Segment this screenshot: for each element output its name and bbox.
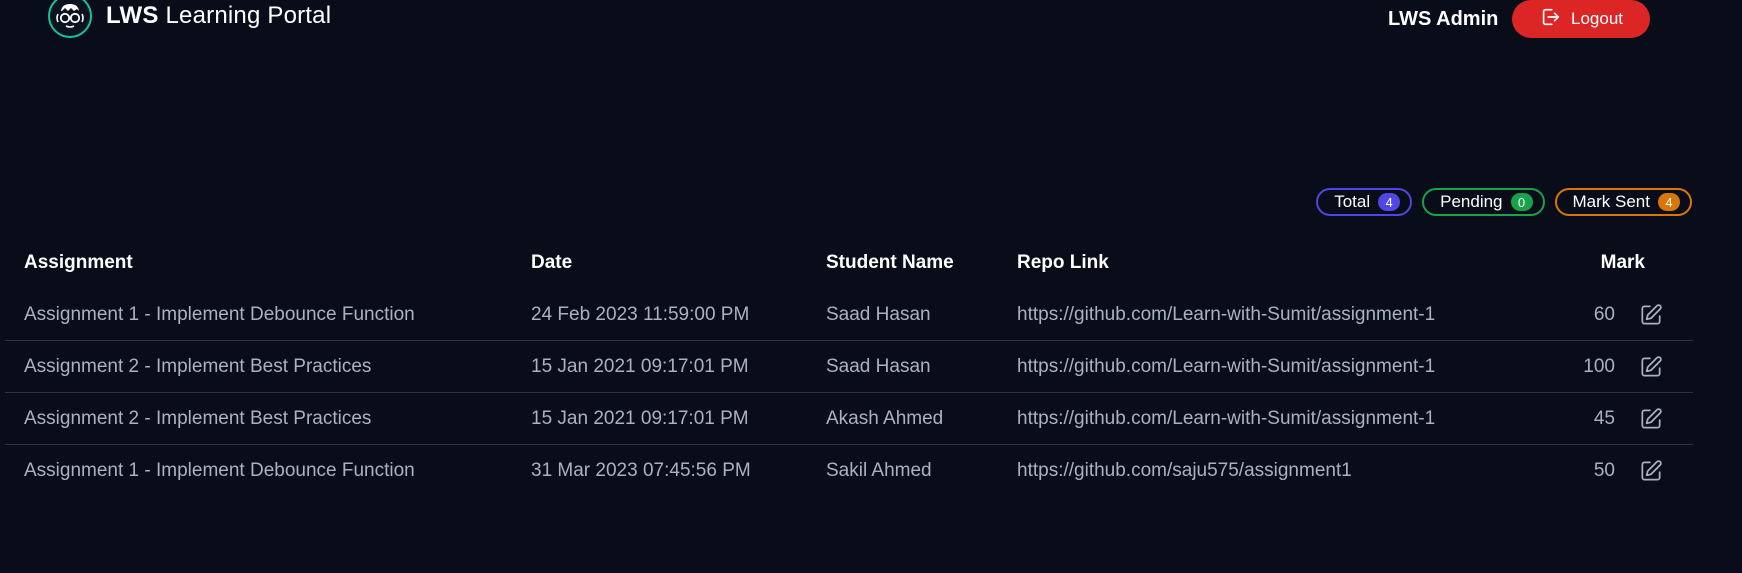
cell-date: 15 Jan 2021 09:17:01 PM [531,392,826,445]
cell-mark: 100 [1517,340,1693,393]
cell-mark: 60 [1517,289,1693,341]
edit-mark-icon[interactable] [1637,405,1665,433]
admin-name: LWS Admin [1388,8,1499,30]
cell-student-name: Saad Hasan [826,289,1017,341]
logout-icon [1539,6,1561,33]
brand-title-bold: LWS [106,2,159,29]
stat-total-label: Total [1334,192,1371,211]
column-header-mark: Mark [1600,252,1645,273]
table-row: Assignment 2 - Implement Best Practices … [5,392,1693,445]
edit-mark-icon[interactable] [1637,457,1665,485]
stat-marksent-pill: Mark Sent 4 [1554,188,1692,216]
mark-value: 100 [1583,355,1615,377]
cell-assignment: Assignment 2 - Implement Best Practices [5,340,531,393]
assignment-stats: Total 4 Pending 0 Mark Sent 4 [1316,188,1692,216]
cell-assignment: Assignment 2 - Implement Best Practices [5,392,531,445]
cell-repo-link[interactable]: https://github.com/Learn-with-Sumit/assi… [1017,340,1517,393]
cell-date: 24 Feb 2023 11:59:00 PM [531,289,826,341]
stat-total-count: 4 [1378,193,1401,211]
cell-date: 15 Jan 2021 09:17:01 PM [531,340,826,393]
cell-date: 31 Mar 2023 07:45:56 PM [531,459,751,481]
logout-button[interactable]: Logout [1512,0,1650,38]
logout-label: Logout [1571,9,1623,28]
column-header-assignment: Assignment [24,252,133,273]
stat-pending-label: Pending [1440,192,1503,211]
stat-marksent-label: Mark Sent [1572,192,1650,211]
column-header-date: Date [531,252,573,273]
stat-marksent-count: 4 [1658,193,1680,211]
cell-student-name: Saad Hasan [826,340,1017,393]
cell-repo-link[interactable]: https://github.com/saju575/assignment1 [1017,445,1517,497]
brand-title: LWS Learning Portal [106,2,331,30]
table-header-row: Assignment Date Student Name Repo Link M… [5,237,1693,289]
cell-student-name: Sakil Ahmed [826,459,932,481]
edit-mark-icon[interactable] [1637,301,1665,329]
cell-mark: 50 [1517,445,1693,497]
cell-assignment: Assignment 1 - Implement Debounce Functi… [5,289,531,341]
assignment-marks-table: Assignment Date Student Name Repo Link M… [5,237,1693,496]
stat-pending-count: 0 [1510,193,1533,211]
cell-repo-link[interactable]: https://github.com/Learn-with-Sumit/assi… [1017,392,1517,445]
table-row: Assignment 1 - Implement Debounce Functi… [5,445,1693,497]
cell-assignment: Assignment 1 - Implement Debounce Functi… [24,459,415,481]
mark-value: 60 [1593,303,1615,325]
navbar: LWS Learning Portal LWS Admin Logout [0,0,1742,40]
edit-mark-icon[interactable] [1637,353,1665,381]
cell-student-name: Akash Ahmed [826,392,1017,445]
mark-value: 50 [1593,459,1615,481]
brand-title-rest: Learning Portal [165,2,332,29]
brand[interactable]: LWS Learning Portal [48,0,331,38]
column-header-student-name: Student Name [826,252,954,273]
cell-mark: 45 [1517,392,1693,445]
stat-total-pill: Total 4 [1316,188,1413,216]
stat-pending-pill: Pending 0 [1422,188,1545,216]
table-row: Assignment 2 - Implement Best Practices … [5,340,1693,393]
cell-repo-link[interactable]: https://github.com/Learn-with-Sumit/assi… [1017,289,1517,341]
logo-icon [48,0,92,38]
mark-value: 45 [1593,407,1615,429]
table-row: Assignment 1 - Implement Debounce Functi… [5,289,1693,341]
column-header-repo-link: Repo Link [1017,252,1109,273]
